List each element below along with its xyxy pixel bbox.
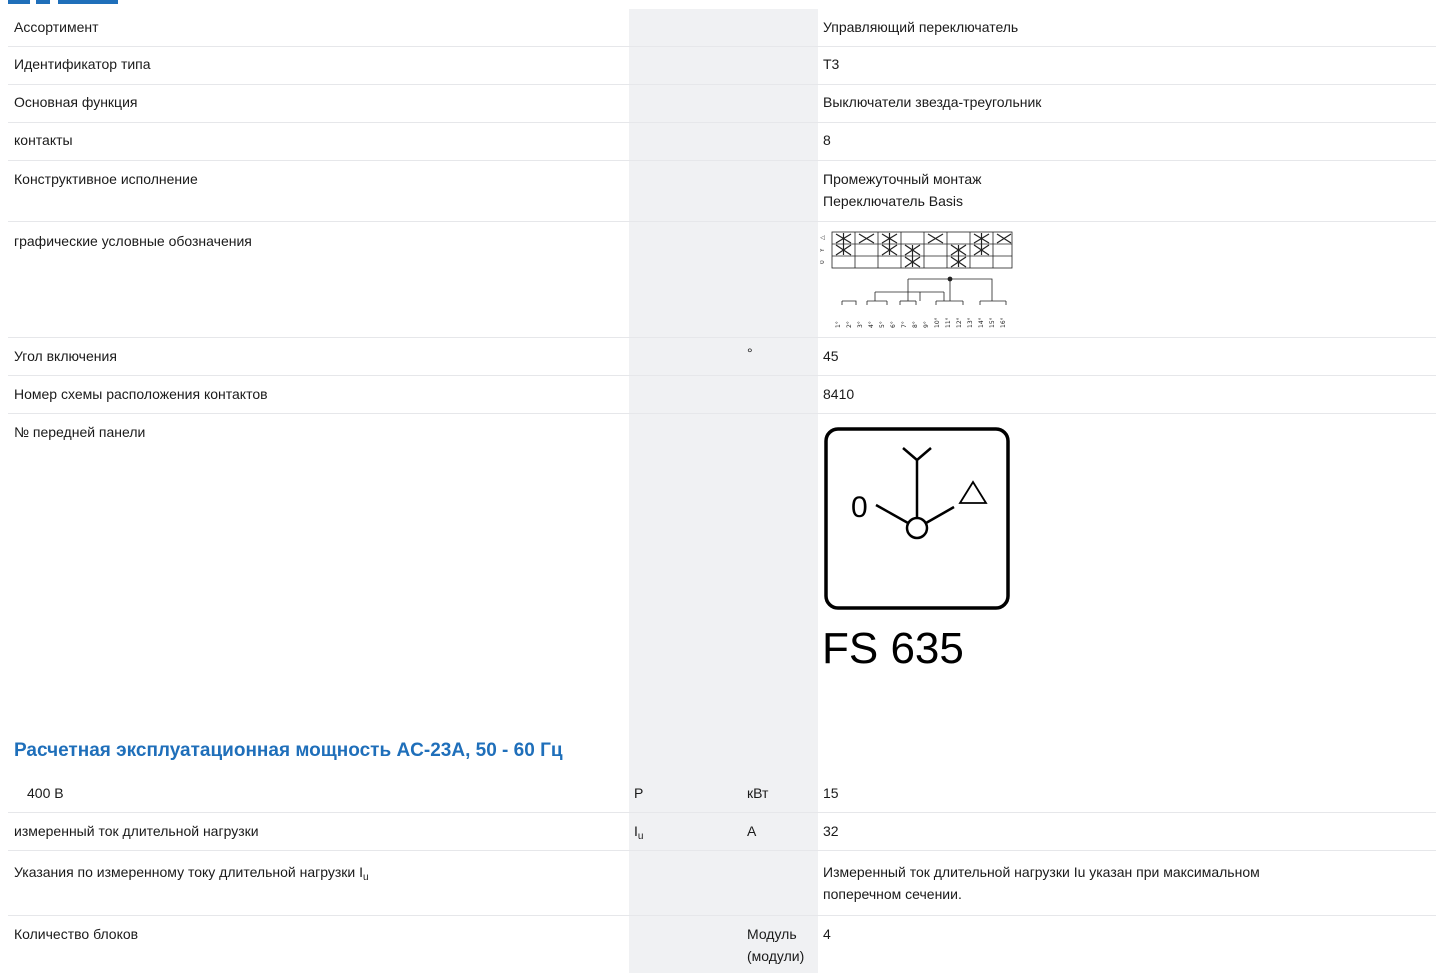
terminal-number: 13° bbox=[967, 317, 974, 328]
front-panel-drawing: 0 bbox=[824, 427, 1010, 610]
row-label: Номер схемы расположения контактов bbox=[14, 386, 268, 402]
selector-dial bbox=[875, 447, 988, 540]
row-value-line-2: Переключатель Basis bbox=[823, 193, 963, 209]
label-sub: u bbox=[363, 872, 369, 883]
row-label: № передней панели bbox=[14, 424, 146, 440]
front-panel-code: FS 635 bbox=[822, 624, 964, 673]
spec-row-rated-current: измеренный ток длительной нагрузки Iu A … bbox=[0, 813, 1436, 851]
spec-row-design: Конструктивное исполнение Промежуточный … bbox=[0, 161, 1436, 222]
position-labels: △ Y 0 bbox=[820, 235, 826, 264]
row-label: измеренный ток длительной нагрузки bbox=[14, 823, 259, 839]
spec-row-current-notes: Указания по измеренному току длительной … bbox=[0, 851, 1436, 916]
spec-row-contact-scheme: Номер схемы расположения контактов 8410 bbox=[0, 376, 1436, 414]
row-unit: A bbox=[747, 823, 757, 839]
row-unit-line-1: Модуль bbox=[747, 926, 797, 942]
position-label-delta: △ bbox=[820, 235, 826, 240]
spec-row-type-id: Идентификатор типа T3 bbox=[0, 47, 1436, 85]
terminal-number: 2° bbox=[846, 321, 853, 328]
terminal-number: 10° bbox=[934, 317, 941, 328]
terminal-numbers: 1° 2° 3° 4° 5° 6° 7° 8° 9° 10° 11° 12° 13° 14° 15° 16° bbox=[835, 317, 1007, 328]
row-symbol: Iu bbox=[634, 820, 643, 842]
terminal-wiring bbox=[841, 276, 1007, 305]
spec-row-front-panel: № передней панели 0 FS 635 bbox=[0, 414, 1436, 729]
accent-mark bbox=[36, 0, 50, 4]
spec-row-main-function: Основная функция Выключатели звезда-треу… bbox=[0, 85, 1436, 123]
terminal-number: 15° bbox=[989, 317, 996, 328]
terminal-number: 4° bbox=[868, 321, 875, 328]
row-value: 8410 bbox=[823, 386, 855, 402]
row-label: Конструктивное исполнение bbox=[14, 171, 198, 187]
row-value-line-1: Промежуточный монтаж bbox=[823, 171, 982, 187]
row-label: Количество блоков bbox=[14, 926, 139, 942]
row-label: Идентификатор типа bbox=[14, 56, 151, 72]
terminal-number: 7° bbox=[901, 321, 908, 328]
section-header: Расчетная эксплуатационная мощность AC-2… bbox=[0, 729, 1436, 773]
spec-row-400v: 400 В P кВт 15 bbox=[0, 773, 1436, 813]
switching-table bbox=[831, 231, 1013, 269]
terminal-number: 8° bbox=[912, 321, 919, 328]
row-value-line-2: поперечном сечении. bbox=[823, 886, 962, 902]
row-value: 8 bbox=[823, 132, 831, 148]
row-label: 400 В bbox=[27, 785, 64, 801]
position-label-zero: 0 bbox=[820, 260, 826, 264]
terminal-number: 9° bbox=[923, 321, 930, 328]
row-label: Основная функция bbox=[14, 94, 138, 110]
row-value: 4 bbox=[823, 926, 831, 942]
dial-zero-label: 0 bbox=[851, 491, 868, 524]
accent-mark bbox=[58, 0, 118, 4]
row-label: Ассортимент bbox=[14, 19, 99, 35]
spec-row-switch-angle: Угол включения ° 45 bbox=[0, 338, 1436, 376]
row-value: Выключатели звезда-треугольник bbox=[823, 94, 1042, 110]
label-main: Указания по измеренному току длительной … bbox=[14, 864, 363, 880]
terminal-number: 16° bbox=[1000, 317, 1007, 328]
row-symbol: P bbox=[634, 785, 644, 801]
terminal-number: 6° bbox=[890, 321, 897, 328]
row-label: Указания по измеренному току длительной … bbox=[14, 861, 369, 883]
row-unit: ° bbox=[747, 345, 753, 361]
position-label-y: Y bbox=[820, 248, 826, 253]
spec-row-assortment: Ассортимент Управляющий переключатель bbox=[0, 9, 1436, 47]
terminal-number: 1° bbox=[835, 321, 842, 328]
row-label: графические условные обозначения bbox=[14, 233, 252, 249]
terminal-number: 11° bbox=[945, 317, 952, 328]
terminal-number: 5° bbox=[879, 321, 886, 328]
row-value: 45 bbox=[823, 348, 839, 364]
row-unit: кВт bbox=[747, 785, 769, 801]
row-value: 32 bbox=[823, 823, 839, 839]
row-label: Угол включения bbox=[14, 348, 117, 364]
spec-row-contacts: контакты 8 bbox=[0, 123, 1436, 161]
terminal-number: 14° bbox=[978, 317, 985, 328]
row-label: контакты bbox=[14, 132, 73, 148]
row-value: T3 bbox=[823, 56, 840, 72]
row-value-line-1: Измеренный ток длительной нагрузки Iu ук… bbox=[823, 864, 1260, 880]
row-value: Управляющий переключатель bbox=[823, 19, 1019, 35]
symbol-sub: u bbox=[637, 831, 644, 842]
top-accent-bar bbox=[0, 0, 1436, 8]
accent-mark bbox=[8, 0, 30, 4]
spec-row-graphic-symbols: графические условные обозначения △ Y 0 bbox=[0, 222, 1436, 338]
section-title: Расчетная эксплуатационная мощность AC-2… bbox=[14, 740, 563, 761]
row-unit-line-2: (модули) bbox=[747, 948, 805, 964]
terminal-number: 3° bbox=[857, 321, 864, 328]
terminal-number: 12° bbox=[956, 317, 963, 328]
spec-row-blocks: Количество блоков Модуль (модули) 4 bbox=[0, 916, 1436, 973]
row-value: 15 bbox=[823, 785, 839, 801]
contact-diagram: △ Y 0 bbox=[820, 231, 1013, 328]
